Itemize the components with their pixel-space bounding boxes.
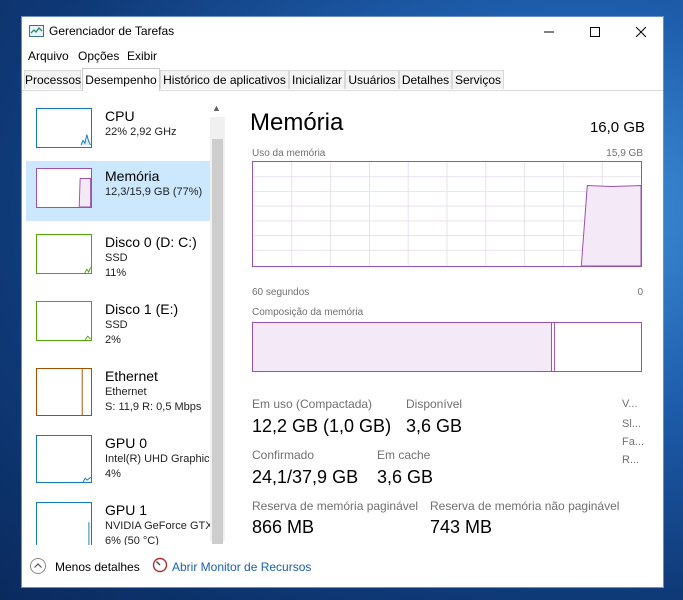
close-icon <box>636 27 646 37</box>
open-resource-monitor-link[interactable]: Abrir Monitor de Recursos <box>172 560 311 574</box>
extra-label-4: R... <box>622 454 640 466</box>
menu-arquivo[interactable]: Arquivo <box>28 49 69 63</box>
sidebar-item-detail-2: S: 11,9 R: 0,5 Mbps <box>105 401 202 413</box>
tab-desempenho[interactable]: Desempenho <box>82 68 160 91</box>
composition-label: Composição da memória <box>252 307 364 318</box>
task-manager-icon <box>29 25 44 37</box>
performance-panel: CPU 22% 2,92 GHz Memória 12,3/15,9 GB (7… <box>22 91 663 545</box>
sidebar-item-label: Ethernet <box>105 368 158 384</box>
extra-label-3: Fa... <box>622 436 645 448</box>
sidebar-item-detail-2: 2% <box>105 334 121 346</box>
tab-processos[interactable]: Processos <box>24 70 81 89</box>
sidebar-item-detail-2: 11% <box>105 267 127 279</box>
sidebar-item-label: CPU <box>105 108 135 124</box>
extra-label-1: V... <box>622 398 638 410</box>
gpu-1-thumbnail <box>36 502 92 545</box>
tab-inicializar[interactable]: Inicializar <box>289 70 345 89</box>
tab-usuarios[interactable]: Usuários <box>345 70 399 89</box>
tab-detalhes[interactable]: Detalhes <box>399 70 452 89</box>
sidebar-item-disco-0[interactable]: Disco 0 (D: C:) SSD 11% <box>26 227 210 287</box>
memory-usage-graph <box>252 161 642 267</box>
sidebar-item-detail: NVIDIA GeForce GTX <box>105 520 213 532</box>
paged-pool-value: 866 MB <box>252 517 315 537</box>
menu-opcoes[interactable]: Opções <box>78 49 119 63</box>
sidebar-item-label: GPU 1 <box>105 502 148 518</box>
disk-0-thumbnail <box>36 234 92 274</box>
window-title: Gerenciador de Tarefas <box>49 24 175 38</box>
sidebar-item-label: GPU 0 <box>105 435 148 451</box>
menu-exibir[interactable]: Exibir <box>127 49 157 63</box>
extra-label-2: Sl... <box>622 418 641 430</box>
committed-label: Confirmado <box>252 448 315 462</box>
close-button[interactable] <box>618 17 664 47</box>
maximize-button[interactable] <box>572 17 618 47</box>
page-title: Memória <box>250 109 344 136</box>
sidebar-item-detail: SSD <box>105 252 128 264</box>
in-use-value: 12,2 GB (1,0 GB) <box>252 416 392 436</box>
sidebar-item-label: Memória <box>105 168 160 184</box>
memory-total: 16,0 GB <box>589 119 645 136</box>
cached-value: 3,6 GB <box>377 467 434 487</box>
available-value: 3,6 GB <box>406 416 463 436</box>
sidebar-item-ethernet[interactable]: Ethernet Ethernet S: 11,9 R: 0,5 Mbps <box>26 361 210 421</box>
committed-value: 24,1/37,9 GB <box>252 467 359 487</box>
sidebar-item-detail: 22% 2,92 GHz <box>105 126 177 138</box>
sidebar-item-label: Disco 0 (D: C:) <box>105 234 197 250</box>
available-label: Disponível <box>406 397 463 411</box>
scroll-up-icon[interactable]: ▲ <box>212 103 221 113</box>
graph-time-left: 60 segundos <box>252 287 310 298</box>
cpu-thumbnail <box>36 108 92 148</box>
sidebar-item-detail: SSD <box>105 319 128 331</box>
tab-servicos[interactable]: Serviços <box>452 70 504 89</box>
sidebar-item-cpu[interactable]: CPU 22% 2,92 GHz <box>26 101 210 161</box>
sidebar-item-detail: 12,3/15,9 GB (77%) <box>105 186 203 198</box>
minimize-button[interactable] <box>526 17 572 47</box>
sidebar-item-gpu-1[interactable]: GPU 1 NVIDIA GeForce GTX 6% (50 °C) <box>26 495 213 545</box>
ethernet-thumbnail <box>36 368 92 416</box>
chevron-up-icon <box>34 563 42 568</box>
sidebar-item-detail-2: 6% (50 °C) <box>105 535 159 545</box>
sidebar-item-detail-2: 4% <box>105 468 121 480</box>
maximize-icon <box>590 27 600 37</box>
nonpaged-pool-value: 743 MB <box>430 517 493 537</box>
memory-thumbnail <box>36 168 92 208</box>
sidebar-item-detail: Intel(R) UHD Graphics <box>105 453 216 465</box>
in-use-label: Em uso (Compactada) <box>252 397 373 411</box>
memory-composition-bar <box>252 322 642 372</box>
fewer-details-link[interactable]: Menos detalhes <box>55 560 140 574</box>
nonpaged-pool-label: Reserva de memória não paginável <box>430 499 620 513</box>
sidebar-item-label: Disco 1 (E:) <box>105 301 179 317</box>
footer: Menos detalhes Abrir Monitor de Recursos <box>22 547 663 587</box>
graph-time-right: 0 <box>637 287 643 298</box>
title-bar[interactable]: Gerenciador de Tarefas <box>22 17 663 47</box>
minimize-icon <box>544 31 554 33</box>
resource-sidebar: CPU 22% 2,92 GHz Memória 12,3/15,9 GB (7… <box>22 91 226 545</box>
scrollbar-track[interactable] <box>210 117 225 544</box>
disk-1-thumbnail <box>36 301 92 341</box>
tab-bar: Processos Desempenho Histórico de aplica… <box>22 68 663 91</box>
scrollbar-thumb[interactable] <box>212 139 223 544</box>
fewer-details-toggle[interactable] <box>30 558 46 574</box>
menu-bar: Arquivo Opções Exibir <box>22 47 663 67</box>
sidebar-item-gpu-0[interactable]: GPU 0 Intel(R) UHD Graphics 4% <box>26 428 215 488</box>
sidebar-item-memoria[interactable]: Memória 12,3/15,9 GB (77%) <box>26 161 210 221</box>
usage-graph-max: 15,9 GB <box>606 148 643 159</box>
sidebar-item-detail: Ethernet <box>105 386 147 398</box>
resource-monitor-icon <box>152 557 168 573</box>
tab-historico[interactable]: Histórico de aplicativos <box>160 70 289 89</box>
sidebar-scrollbar[interactable]: ▲ <box>210 101 225 544</box>
usage-graph-label: Uso da memória <box>252 148 326 159</box>
sidebar-item-disco-1[interactable]: Disco 1 (E:) SSD 2% <box>26 294 210 354</box>
paged-pool-label: Reserva de memória paginável <box>252 499 419 513</box>
gpu-0-thumbnail <box>36 435 92 483</box>
task-manager-window: Gerenciador de Tarefas Arquivo Opções Ex… <box>21 16 664 588</box>
cached-label: Em cache <box>377 448 431 462</box>
memory-details: Memória 16,0 GB Uso da memória 15,9 GB 6… <box>250 91 645 545</box>
